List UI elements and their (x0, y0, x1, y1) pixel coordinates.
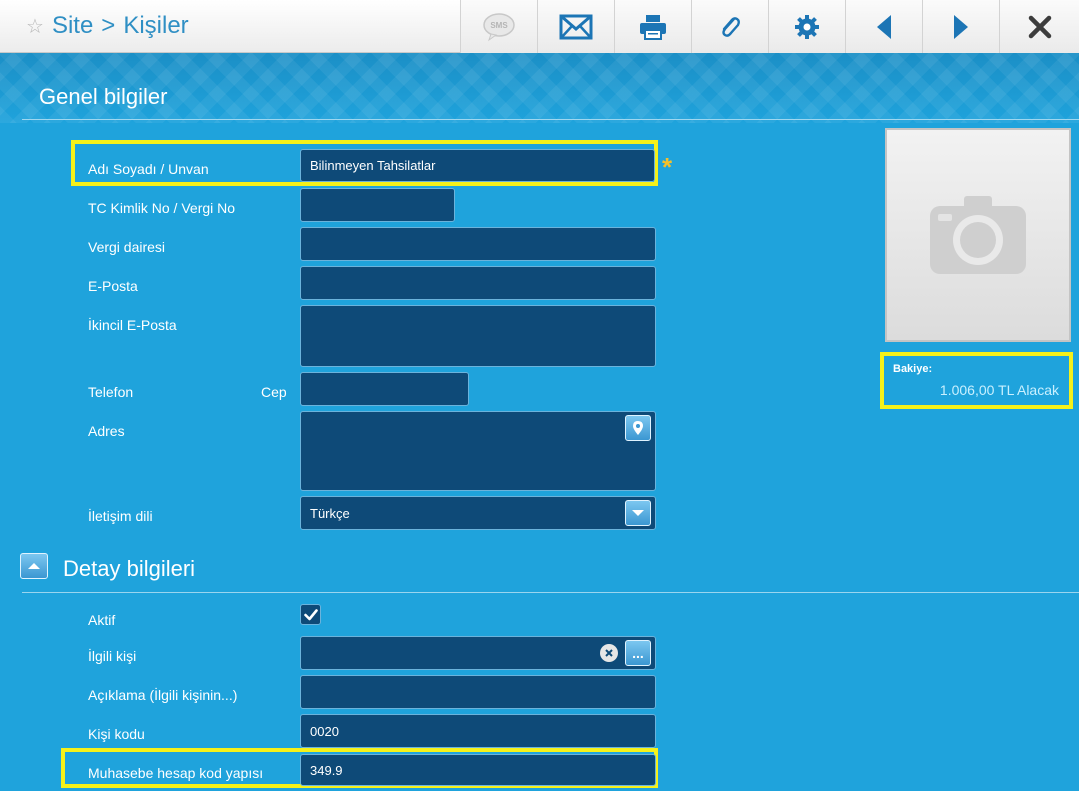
triangle-left-icon (877, 14, 891, 39)
language-select[interactable]: Türkçe (300, 496, 656, 530)
address-input[interactable] (300, 411, 656, 491)
language-dropdown-button[interactable] (625, 500, 651, 526)
email-button[interactable] (537, 0, 614, 53)
previous-button[interactable] (845, 0, 922, 53)
triangle-right-icon (954, 14, 968, 39)
chevron-up-icon (28, 563, 40, 569)
settings-button[interactable] (768, 0, 845, 53)
star-icon[interactable]: ☆ (26, 14, 44, 39)
toolbar: SMS (460, 0, 1079, 53)
clear-icon[interactable] (600, 644, 618, 662)
camera-icon (930, 196, 1026, 274)
sms-icon-text: SMS (490, 21, 508, 30)
account-code-input[interactable]: 349.9 (300, 754, 656, 786)
email2-input[interactable] (300, 305, 656, 367)
breadcrumb-site[interactable]: Site (52, 12, 93, 40)
email-label: E-Posta (88, 278, 138, 294)
mobile-label: Cep (261, 384, 287, 400)
map-pin-icon (633, 421, 643, 435)
section-divider (22, 119, 1079, 120)
collapse-detail-button[interactable] (20, 553, 48, 579)
gear-icon (795, 14, 819, 39)
name-label: Adı Soyadı / Unvan (88, 161, 209, 177)
printer-icon (640, 14, 666, 40)
mobile-input[interactable] (300, 372, 469, 406)
code-label: Kişi kodu (88, 726, 145, 742)
envelope-icon (559, 14, 593, 39)
active-checkbox[interactable] (300, 604, 321, 625)
code-input[interactable]: 0020 (300, 714, 656, 748)
related-person-browse-button[interactable]: ... (625, 640, 651, 666)
chevron-down-icon (632, 510, 644, 516)
attach-button[interactable] (691, 0, 768, 53)
tax-office-input[interactable] (300, 227, 656, 261)
section-title-general: Genel bilgiler (39, 84, 168, 109)
description-input[interactable] (300, 675, 656, 709)
tc-input[interactable] (300, 188, 455, 222)
sms-button[interactable]: SMS (460, 0, 537, 53)
email2-label: İkincil E-Posta (88, 317, 177, 333)
highlight-balance (880, 352, 1073, 409)
tax-office-label: Vergi dairesi (88, 239, 166, 255)
breadcrumb-separator: > (101, 12, 116, 39)
account-code-label: Muhasebe hesap kod yapısı (88, 765, 264, 781)
sms-icon: SMS (483, 12, 515, 41)
language-label: İletişim dili (88, 508, 153, 524)
close-button[interactable] (999, 0, 1079, 53)
section-title-detail: Detay bilgileri (63, 556, 196, 581)
checkmark-icon (303, 608, 318, 620)
name-input[interactable]: Bilinmeyen Tahsilatlar (300, 149, 655, 182)
required-mark: * (662, 152, 673, 182)
phone-label: Telefon (88, 384, 134, 400)
print-button[interactable] (614, 0, 691, 53)
active-label: Aktif (88, 612, 116, 628)
tc-label: TC Kimlik No / Vergi No (88, 200, 236, 216)
section-divider (22, 592, 1079, 593)
breadcrumb: ☆ Site > Kişiler (26, 11, 189, 41)
email-input[interactable] (300, 266, 656, 300)
map-pin-button[interactable] (625, 415, 651, 441)
photo-placeholder[interactable] (885, 128, 1071, 342)
address-label: Adres (88, 423, 125, 439)
breadcrumb-current: Kişiler (123, 12, 189, 39)
close-icon (1028, 15, 1051, 38)
balance-value: 1.006,00 TL Alacak (939, 382, 1059, 398)
balance-label: Bakiye: (893, 363, 933, 375)
next-button[interactable] (922, 0, 999, 53)
header-bar: ☆ Site > Kişiler SMS (0, 0, 1079, 53)
paperclip-icon (722, 16, 740, 37)
related-label: İlgili kişi (88, 648, 137, 664)
description-label: Açıklama (İlgili kişinin...) (88, 687, 238, 703)
